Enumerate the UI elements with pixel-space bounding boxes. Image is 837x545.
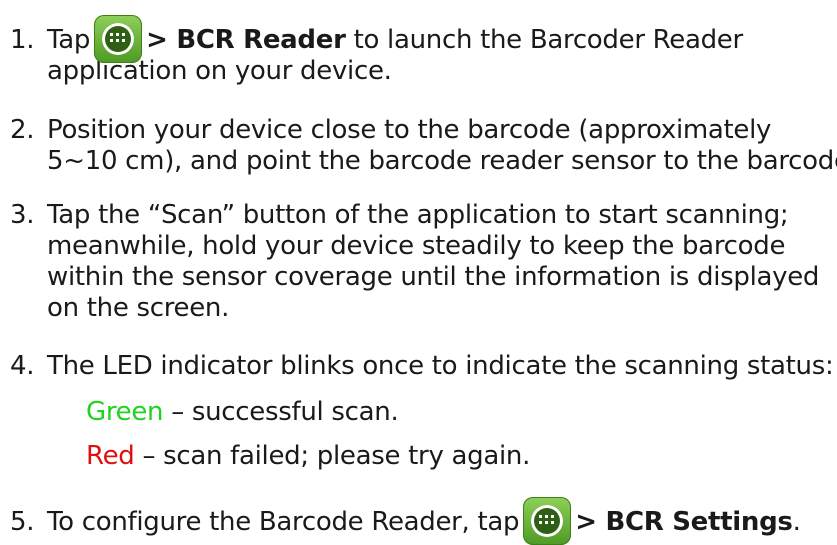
step-body: To configure the Barcode Reader, tap > BC… [47, 496, 801, 545]
bcr-settings-label: > BCR Settings [575, 507, 793, 537]
step-line: application on your device. [47, 56, 392, 86]
status-green: Green – successful scan. [86, 397, 399, 428]
step-body: Position your device close to the barcod… [47, 115, 837, 177]
step-number: 3. [10, 200, 35, 230]
status-text: – scan failed; please try again. [134, 441, 531, 471]
step-number: 1. [10, 25, 35, 55]
step-text: To configure the Barcode Reader, tap [47, 507, 520, 537]
step-text: to launch the Barcoder Reader [345, 25, 744, 55]
status-color-red: Red [86, 441, 135, 471]
step-line: on the screen. [47, 293, 230, 323]
step-line: meanwhile, hold your device steadily to … [47, 231, 786, 261]
step-line: within the sensor coverage until the inf… [47, 262, 820, 292]
step-number: 4. [10, 351, 35, 381]
status-red: Red – scan failed; please try again. [86, 441, 530, 472]
step-text: . [792, 507, 801, 537]
step-text: Tap [47, 25, 91, 55]
step-line: 5~10 cm), and point the barcode reader s… [47, 146, 837, 176]
step-number: 5. [10, 507, 35, 537]
status-text: – successful scan. [163, 397, 399, 427]
step-line: Tap > BCR Reader to launch the Barcoder R… [47, 14, 744, 63]
step-body: The LED indicator blinks once to indicat… [47, 351, 834, 382]
step-line: To configure the Barcode Reader, tap > BC… [47, 496, 801, 545]
instruction-document: 1. Tap > BCR Reader to launch the Barcode… [0, 0, 837, 545]
step-line: Tap the “Scan” button of the application… [47, 200, 789, 230]
bcr-reader-label: > BCR Reader [146, 25, 346, 55]
step-number: 2. [10, 115, 35, 145]
step-line: The LED indicator blinks once to indicat… [47, 351, 834, 381]
step-body: Tap the “Scan” button of the application… [47, 200, 819, 324]
app-drawer-icon [94, 14, 143, 63]
app-drawer-icon [523, 496, 572, 545]
step-line: Position your device close to the barcod… [47, 115, 772, 145]
step-body: Tap > BCR Reader to launch the Barcoder R… [47, 14, 744, 87]
status-color-green: Green [86, 397, 164, 427]
